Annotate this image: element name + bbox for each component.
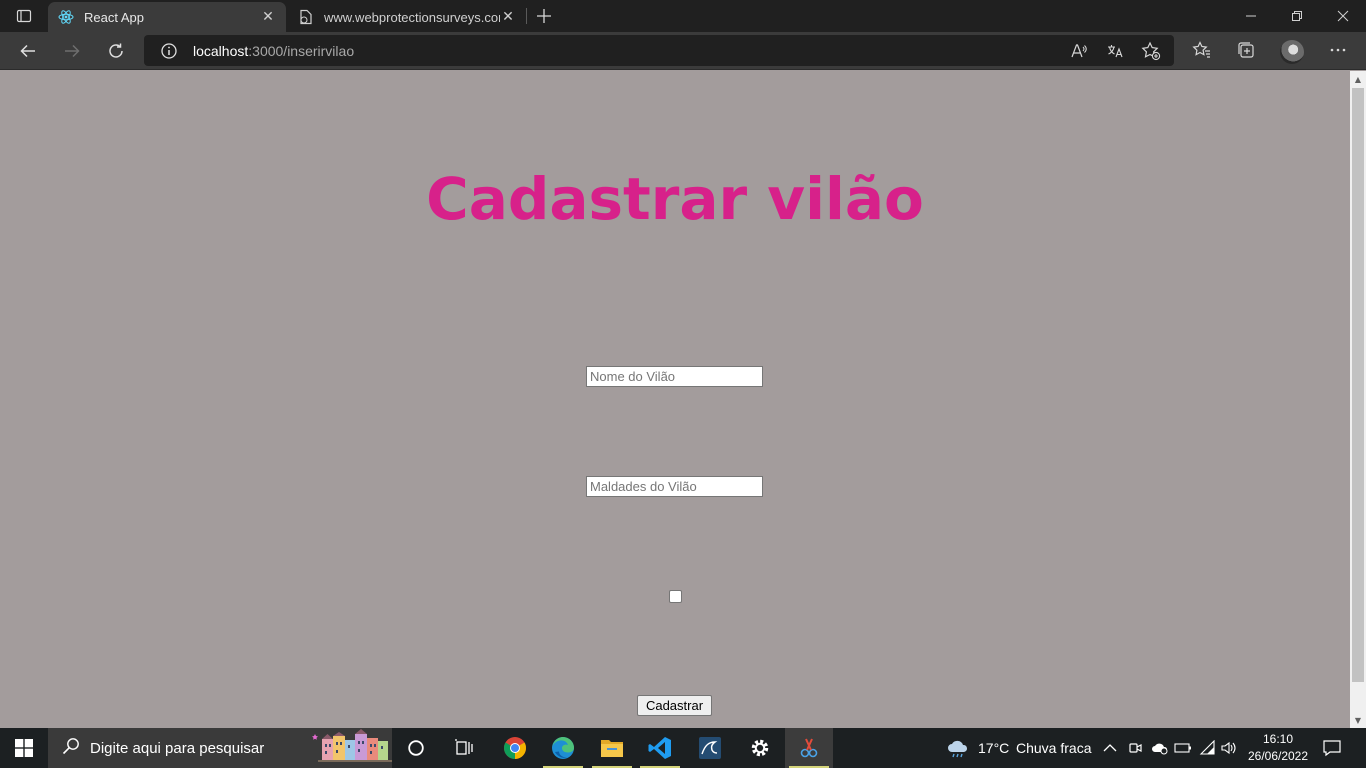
windows-start-icon[interactable] <box>0 728 48 768</box>
meet-now-icon[interactable] <box>1125 738 1145 758</box>
villain-checkbox[interactable] <box>669 590 682 603</box>
close-window-icon[interactable] <box>1320 0 1366 32</box>
notifications-icon[interactable] <box>1322 738 1342 758</box>
scroll-up-icon[interactable]: ▲ <box>1350 71 1366 87</box>
cortana-icon[interactable] <box>392 728 440 768</box>
browser-toolbar: localhost:3000/inserirvilao <box>0 32 1366 70</box>
tab-react-app[interactable]: React App ✕ <box>48 2 286 32</box>
page-title: Cadastrar vilão <box>426 165 924 233</box>
tab-title: www.webprotectionsurveys.com <box>324 9 500 25</box>
tab-divider <box>526 8 527 24</box>
weather-temperature[interactable]: 17°C <box>978 740 1009 756</box>
react-icon <box>58 9 74 25</box>
refresh-icon[interactable] <box>101 36 131 66</box>
restore-icon[interactable] <box>1274 0 1320 32</box>
more-options-icon[interactable] <box>1325 37 1351 63</box>
weather-description[interactable]: Chuva fraca <box>1016 740 1091 756</box>
browser-tab-strip: React App ✕ www.webprotectionsurveys.com… <box>0 0 1366 32</box>
tab-webprotectionsurveys[interactable]: www.webprotectionsurveys.com ✕ <box>288 2 526 32</box>
close-tab-icon[interactable]: ✕ <box>260 9 276 25</box>
edge-icon[interactable] <box>539 728 587 768</box>
favorites-icon[interactable] <box>1189 37 1215 63</box>
snipping-tool-icon[interactable] <box>785 728 833 768</box>
windows-taskbar: Digite aqui para pesquisar 17°C Chuva fr… <box>0 728 1366 768</box>
url-path: :3000/inserirvilao <box>248 43 355 59</box>
mysql-workbench-icon[interactable] <box>686 728 734 768</box>
minimize-icon[interactable] <box>1228 0 1274 32</box>
file-explorer-icon[interactable] <box>588 728 636 768</box>
villain-name-input[interactable] <box>586 366 763 387</box>
back-icon[interactable] <box>13 36 43 66</box>
page-content: Cadastrar vilão Cadastrar <box>0 71 1350 728</box>
chrome-icon[interactable] <box>491 728 539 768</box>
forward-icon[interactable] <box>57 36 87 66</box>
battery-icon[interactable] <box>1173 738 1193 758</box>
profile-avatar[interactable] <box>1280 40 1304 64</box>
page-icon <box>298 9 314 25</box>
register-button[interactable]: Cadastrar <box>637 695 712 716</box>
wifi-icon[interactable] <box>1198 738 1218 758</box>
clock-date: 26/06/2022 <box>1247 749 1309 763</box>
search-placeholder: Digite aqui para pesquisar <box>90 739 265 757</box>
villain-evil-deeds-input[interactable] <box>586 476 763 497</box>
tab-actions-icon[interactable] <box>8 4 40 28</box>
read-aloud-icon[interactable] <box>1068 40 1090 62</box>
add-favorite-icon[interactable] <box>1140 40 1162 62</box>
scroll-down-icon[interactable]: ▼ <box>1350 712 1366 728</box>
clock-time: 16:10 <box>1262 732 1294 746</box>
show-hidden-icons-chevron-icon[interactable] <box>1100 738 1120 758</box>
weather-cloud-rain-icon[interactable] <box>946 738 970 758</box>
tab-title: React App <box>84 9 144 25</box>
settings-gear-icon[interactable] <box>736 728 784 768</box>
url-text: localhost:3000/inserirvilao <box>193 43 354 59</box>
translate-icon[interactable] <box>1104 40 1126 62</box>
collections-icon[interactable] <box>1233 37 1259 63</box>
taskbar-search-box[interactable]: Digite aqui para pesquisar <box>48 728 392 768</box>
onedrive-sync-icon[interactable] <box>1150 738 1170 758</box>
search-icon <box>62 737 80 759</box>
vscode-icon[interactable] <box>636 728 684 768</box>
task-view-icon[interactable] <box>440 728 488 768</box>
scrollbar-thumb[interactable] <box>1352 88 1364 682</box>
taskbar-clock[interactable]: 16:10 26/06/2022 <box>1242 731 1314 765</box>
new-tab-icon[interactable] <box>532 4 556 28</box>
url-host: localhost <box>193 43 249 59</box>
address-bar[interactable]: localhost:3000/inserirvilao <box>144 35 1174 66</box>
site-info-icon[interactable] <box>160 42 178 60</box>
volume-icon[interactable] <box>1219 738 1239 758</box>
search-highlight-houses-icon <box>310 728 392 768</box>
page-scrollbar[interactable]: ▲ ▼ <box>1350 71 1366 728</box>
close-tab-icon[interactable]: ✕ <box>500 9 516 25</box>
